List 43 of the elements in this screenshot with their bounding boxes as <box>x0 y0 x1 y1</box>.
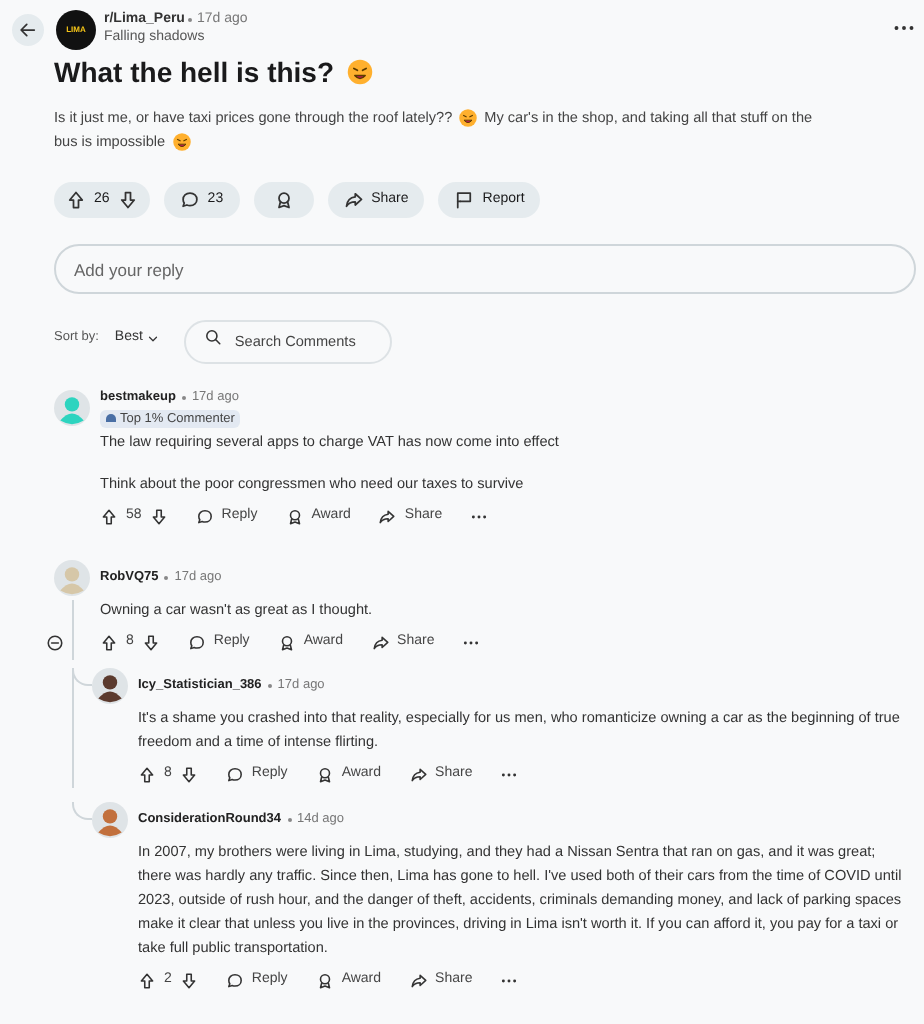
comment-icon <box>179 190 200 210</box>
share-icon <box>371 634 390 652</box>
downvote-icon[interactable] <box>117 190 138 210</box>
award-icon <box>273 190 294 210</box>
award-icon <box>277 634 296 652</box>
comment-icon <box>225 972 244 990</box>
separator-dot-icon <box>181 395 186 399</box>
award-icon <box>315 766 334 784</box>
reply-field[interactable]: Add your reply <box>54 244 916 294</box>
award-button[interactable] <box>253 182 314 218</box>
upvote-icon[interactable] <box>100 634 118 652</box>
comment-icon <box>195 508 214 526</box>
emoji-icon <box>171 132 192 152</box>
share-icon <box>378 508 397 526</box>
share-icon <box>409 972 428 990</box>
downvote-icon[interactable] <box>179 766 198 784</box>
upvote-icon[interactable] <box>138 972 156 990</box>
downvote-icon[interactable] <box>179 972 198 990</box>
emoji-icon <box>346 58 375 86</box>
back-button[interactable] <box>12 14 44 46</box>
avatar[interactable] <box>92 667 128 703</box>
share-icon <box>343 190 364 210</box>
emoji-icon <box>458 108 479 128</box>
comment-icon <box>187 634 206 652</box>
collapse-icon[interactable] <box>46 633 64 651</box>
search-icon <box>204 327 223 345</box>
downvote-icon[interactable] <box>141 634 160 652</box>
post-title: What the hell is this? <box>54 54 335 90</box>
upvote-icon[interactable] <box>66 190 86 210</box>
share-icon <box>409 766 428 784</box>
award-icon <box>285 508 304 526</box>
comment-icon <box>225 766 244 784</box>
separator-dot-icon <box>164 575 169 579</box>
separator-dot-icon <box>267 683 272 687</box>
upvote-icon[interactable] <box>100 508 118 526</box>
flag-icon <box>454 190 475 210</box>
separator-dot-icon <box>188 17 193 21</box>
award-icon <box>315 972 334 990</box>
back-icon <box>18 20 38 40</box>
chevron-down-icon <box>146 331 161 346</box>
upvote-icon[interactable] <box>138 766 156 784</box>
downvote-icon[interactable] <box>149 508 168 526</box>
separator-dot-icon <box>287 817 292 821</box>
